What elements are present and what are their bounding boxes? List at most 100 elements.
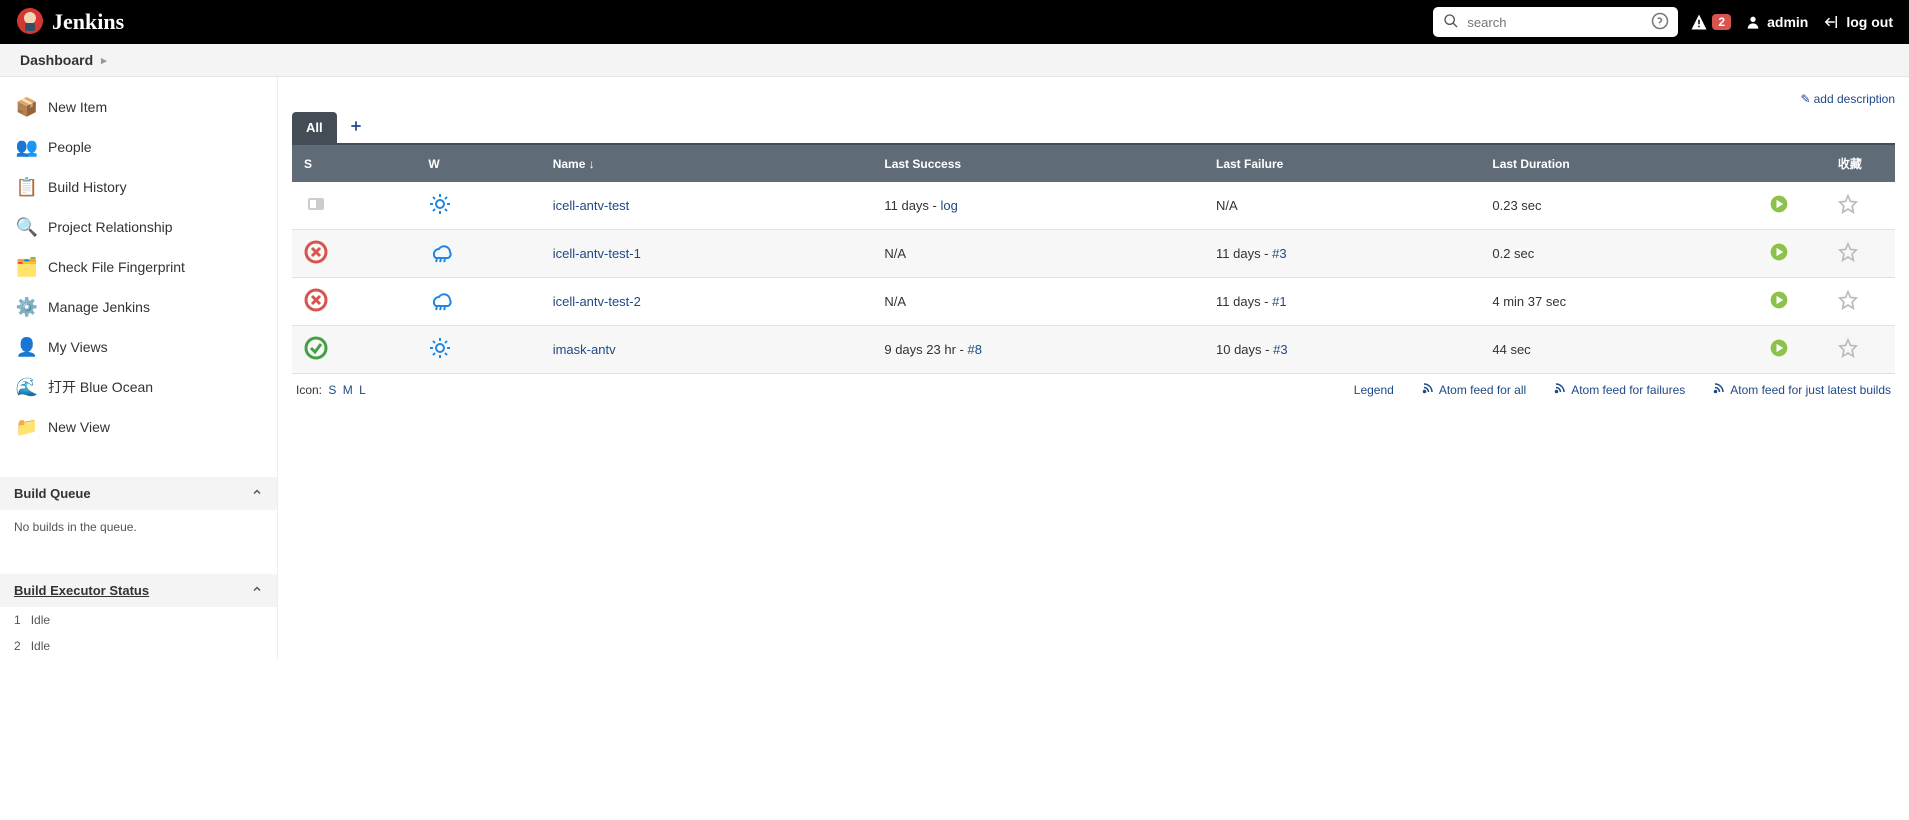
favorite-toggle[interactable] <box>1826 278 1895 326</box>
col-name[interactable]: Name ↓ <box>541 145 873 182</box>
feed-links: Legend Atom feed for all Atom feed for f… <box>1354 382 1891 397</box>
help-icon[interactable] <box>1651 12 1669 33</box>
last-failure-link[interactable]: #3 <box>1273 342 1287 357</box>
add-description-link[interactable]: ✎ add description <box>1801 92 1895 106</box>
schedule-build-button[interactable] <box>1757 326 1826 374</box>
build-queue-title: Build Queue <box>14 486 91 501</box>
last-failure-link[interactable]: #3 <box>1272 246 1286 261</box>
col-last-duration[interactable]: Last Duration <box>1480 145 1756 182</box>
sidebar-item-3[interactable]: 🔍Project Relationship <box>0 207 277 247</box>
sidebar-item-2[interactable]: 📋Build History <box>0 167 277 207</box>
logout-label: log out <box>1846 14 1893 30</box>
sidebar-icon: 📋 <box>16 176 38 198</box>
col-weather[interactable]: W <box>416 145 540 182</box>
last-success-cell: N/A <box>872 230 1204 278</box>
breadcrumb-item[interactable]: Dashboard <box>20 52 93 68</box>
duration-cell: 4 min 37 sec <box>1480 278 1756 326</box>
alert-indicator[interactable]: 2 <box>1690 13 1731 31</box>
sidebar-item-7[interactable]: 🌊打开 Blue Ocean <box>0 367 277 407</box>
edit-icon: ✎ <box>1801 92 1811 106</box>
col-favorite[interactable]: 收藏 <box>1826 145 1895 182</box>
table-row: icell-antv-test-1 N/A11 days - #30.2 sec <box>292 230 1895 278</box>
sidebar-item-8[interactable]: 📁 New View <box>0 407 277 447</box>
feed-failures-link[interactable]: Atom feed for failures <box>1554 382 1685 397</box>
last-success-link[interactable]: #8 <box>967 342 981 357</box>
sidebar: 📦New Item👥People📋Build History🔍Project R… <box>0 77 278 659</box>
size-s[interactable]: S <box>328 383 336 397</box>
user-link[interactable]: admin <box>1745 14 1808 30</box>
main-content: ✎ add description All S W Name ↓ Last Su… <box>278 77 1909 659</box>
table-row: imask-antv9 days 23 hr - #810 days - #34… <box>292 326 1895 374</box>
logo-area[interactable]: Jenkins <box>16 7 124 38</box>
feed-all-link[interactable]: Atom feed for all <box>1422 382 1526 397</box>
last-failure-cell: 10 days - #3 <box>1204 326 1480 374</box>
build-queue-body: No builds in the queue. <box>0 510 277 544</box>
weather-icon[interactable] <box>416 230 540 278</box>
sidebar-icon: 🌊 <box>16 376 38 398</box>
last-success-link[interactable]: log <box>940 198 957 213</box>
add-tab-button[interactable] <box>337 117 375 138</box>
weather-icon[interactable] <box>416 326 540 374</box>
job-name-link[interactable]: icell-antv-test-1 <box>553 246 641 261</box>
search-box[interactable] <box>1433 7 1678 37</box>
username-label: admin <box>1767 14 1808 30</box>
sidebar-icon: 🔍 <box>16 216 38 238</box>
collapse-icon[interactable] <box>251 486 263 501</box>
favorite-toggle[interactable] <box>1826 230 1895 278</box>
sidebar-item-6[interactable]: 👤My Views <box>0 327 277 367</box>
executor-status-title: Build Executor Status <box>14 583 149 598</box>
job-name-link[interactable]: icell-antv-test-2 <box>553 294 641 309</box>
collapse-icon[interactable] <box>251 583 263 598</box>
col-last-failure[interactable]: Last Failure <box>1204 145 1480 182</box>
tab-all[interactable]: All <box>292 112 337 143</box>
weather-icon[interactable] <box>416 278 540 326</box>
breadcrumb-bar: Dashboard ▸ <box>0 44 1909 77</box>
search-input[interactable] <box>1467 15 1643 30</box>
sidebar-icon: 📁 <box>16 416 38 438</box>
schedule-build-button[interactable] <box>1757 182 1826 230</box>
build-queue-header[interactable]: Build Queue <box>0 477 277 510</box>
status-icon[interactable] <box>292 230 416 278</box>
sidebar-item-0[interactable]: 📦New Item <box>0 87 277 127</box>
sidebar-item-label: Manage Jenkins <box>48 299 150 315</box>
executor-row: 1Idle <box>0 607 277 633</box>
col-status[interactable]: S <box>292 145 416 182</box>
legend-link[interactable]: Legend <box>1354 382 1394 397</box>
sidebar-item-label: Check File Fingerprint <box>48 259 185 275</box>
executor-row: 2Idle <box>0 633 277 659</box>
last-failure-link[interactable]: #1 <box>1272 294 1286 309</box>
size-l[interactable]: L <box>359 383 366 397</box>
last-success-cell: 11 days - log <box>872 182 1204 230</box>
sidebar-item-label: People <box>48 139 92 155</box>
footer-controls: Icon: S M L Legend Atom feed for all Ato… <box>292 374 1895 405</box>
size-m[interactable]: M <box>343 383 353 397</box>
rss-icon <box>1422 382 1434 397</box>
col-last-success[interactable]: Last Success <box>872 145 1204 182</box>
sidebar-item-4[interactable]: 🗂️ Check File Fingerprint <box>0 247 277 287</box>
status-icon[interactable] <box>292 278 416 326</box>
executor-status-header[interactable]: Build Executor Status <box>0 574 277 607</box>
sidebar-item-5[interactable]: ⚙️Manage Jenkins <box>0 287 277 327</box>
sidebar-item-label: New View <box>48 419 110 435</box>
view-tabs: All <box>292 112 1895 145</box>
schedule-build-button[interactable] <box>1757 278 1826 326</box>
logout-link[interactable]: log out <box>1822 13 1893 31</box>
sidebar-item-1[interactable]: 👥People <box>0 127 277 167</box>
last-failure-cell: 11 days - #3 <box>1204 230 1480 278</box>
favorite-toggle[interactable] <box>1826 326 1895 374</box>
job-name-link[interactable]: imask-antv <box>553 342 616 357</box>
schedule-build-button[interactable] <box>1757 230 1826 278</box>
status-icon[interactable] <box>292 326 416 374</box>
weather-icon[interactable] <box>416 182 540 230</box>
add-description-label: add description <box>1814 92 1895 106</box>
job-name-link[interactable]: icell-antv-test <box>553 198 630 213</box>
sidebar-icon: 🗂️ <box>16 256 38 278</box>
top-header: Jenkins 2 admin log out <box>0 0 1909 44</box>
favorite-toggle[interactable] <box>1826 182 1895 230</box>
duration-cell: 0.2 sec <box>1480 230 1756 278</box>
duration-cell: 0.23 sec <box>1480 182 1756 230</box>
last-success-cell: N/A <box>872 278 1204 326</box>
header-actions: 2 admin log out <box>1690 13 1893 31</box>
feed-latest-link[interactable]: Atom feed for just latest builds <box>1713 382 1891 397</box>
status-icon[interactable] <box>292 182 416 230</box>
